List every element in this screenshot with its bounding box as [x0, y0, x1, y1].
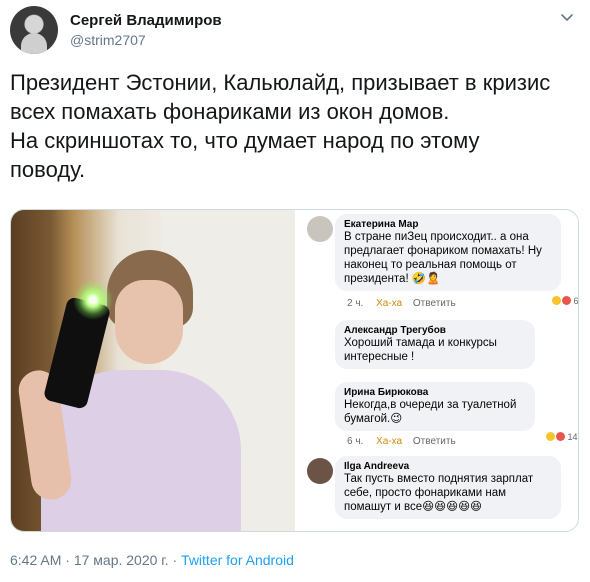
comment-bubble: Ilga Andreeva Так пусть вместо поднятия … — [335, 456, 561, 519]
reaction-badge[interactable]: 6 — [551, 296, 579, 306]
tweet-footer: 6:42 AM · 17 мар. 2020 г. · Twitter for … — [10, 552, 294, 568]
tweet-line: поводу. — [10, 157, 86, 182]
tweet-time[interactable]: 6:42 AM — [10, 552, 61, 568]
chevron-down-icon[interactable] — [560, 10, 574, 24]
comment-author: Екатерина Мар — [344, 219, 419, 230]
comment-line: В стране пиЗец происходит.. а она — [344, 231, 529, 243]
separator: · — [172, 552, 178, 568]
comment-time: 6 ч. — [347, 436, 364, 447]
author-name[interactable]: Сергей Владимиров — [70, 12, 222, 29]
laugh-emoji-icon — [546, 432, 555, 441]
haha-link[interactable]: Ха-ха — [376, 298, 402, 309]
separator: · — [65, 552, 70, 568]
comment-bubble: Александр Трегубов Хороший тамада и конк… — [335, 320, 535, 369]
tweet-media[interactable]: Екатерина Мар В стране пиЗец происходит.… — [10, 209, 579, 532]
reaction-count: 6 — [573, 296, 579, 306]
comment-line: себе, просто фонариками нам — [344, 487, 507, 499]
tweet-text: Президент Эстонии, Кальюлайд, призывает … — [10, 68, 580, 184]
comment-author: Ilga Andreeva — [344, 461, 410, 472]
tweet-date[interactable]: 17 мар. 2020 г. — [74, 552, 169, 568]
tweet-line: Президент Эстонии, Кальюлайд, призывает … — [10, 70, 551, 95]
commenter-avatar — [307, 458, 333, 484]
reaction-badge[interactable]: 14 — [545, 432, 578, 442]
reply-link[interactable]: Ответить — [413, 298, 456, 309]
reaction-count: 14 — [567, 432, 578, 442]
avatar[interactable] — [10, 6, 58, 54]
comment-author: Александр Трегубов — [344, 325, 446, 336]
comment-line: предлагает фонариком помахать! Ну — [344, 245, 542, 257]
commenter-avatar — [307, 216, 333, 242]
comments-screenshot[interactable]: Екатерина Мар В стране пиЗец происходит.… — [295, 210, 579, 531]
comment-line: президента! 🤣🙎 — [344, 273, 441, 285]
comment-line: Так пусть вместо поднятия зарплат — [344, 473, 534, 485]
comment-line: Хороший тамада и конкурсы — [344, 337, 497, 349]
tweet-line: всех помахать фонариками из окон домов. — [10, 99, 450, 124]
comment-meta: 2 ч. Ха-ха Ответить — [347, 298, 456, 309]
comment-line: Некогда,в очереди за туалетной — [344, 399, 517, 411]
president-photo[interactable] — [11, 210, 295, 531]
comment-line: бумагой.😉 — [344, 413, 403, 425]
reply-link[interactable]: Ответить — [413, 436, 456, 447]
tweet-line: На скриншотах то, что думает народ по эт… — [10, 128, 480, 153]
comment-author: Ирина Бирюкова — [344, 387, 429, 398]
tweet-header: Сергей Владимиров @strim2707 — [10, 6, 580, 56]
angry-emoji-icon — [562, 296, 571, 305]
photo-figure-face — [115, 280, 183, 364]
flashlight-glow — [73, 280, 113, 320]
comment-bubble: Ирина Бирюкова Некогда,в очереди за туал… — [335, 382, 535, 431]
angry-emoji-icon — [556, 432, 565, 441]
comment-bubble: Екатерина Мар В стране пиЗец происходит.… — [335, 214, 561, 291]
haha-link[interactable]: Ха-ха — [376, 436, 402, 447]
tweet-source-link[interactable]: Twitter for Android — [181, 552, 294, 568]
comment-line: наконец то реальная помощь от — [344, 259, 517, 271]
comment-line: помашут и все😆😆😆😆😆 — [344, 501, 483, 513]
comment-meta: 6 ч. Ха-ха Ответить — [347, 436, 456, 447]
author-handle[interactable]: @strim2707 — [70, 32, 146, 48]
comment-time: 2 ч. — [347, 298, 364, 309]
laugh-emoji-icon — [552, 296, 561, 305]
comment-line: интересные ! — [344, 351, 415, 363]
